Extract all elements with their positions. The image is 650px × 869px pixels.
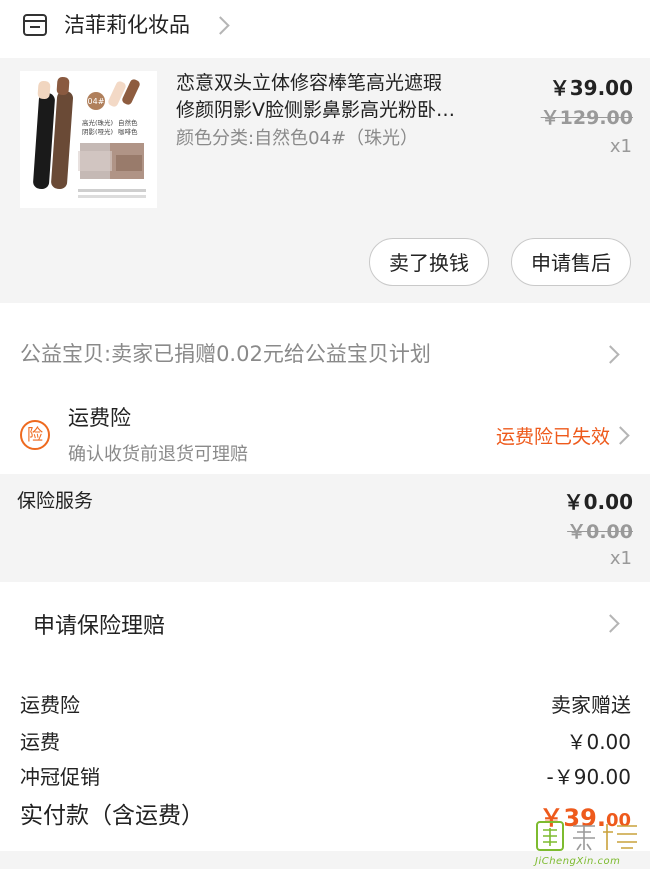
summary-label: 运费险 [20,693,80,717]
insurance-badge-icon: 险 [20,420,50,450]
summary-label: 运费 [20,730,60,754]
thumb-badge-text: 04# [88,97,105,106]
total-paid-label: 实付款（含运费） [20,803,204,829]
freight-insurance-status: 运费险已失效 [495,426,610,448]
product-title-line: 修颜阴影V脸侧影鼻影高光粉卧… [176,99,455,121]
thumb-label: 咖啡色 [118,127,138,136]
insurance-service-price: ￥0.00 [563,490,633,514]
product-item[interactable]: 04# 高光(珠光) 自然色 阴影(哑光) 咖啡色 恋意双头立体修容棒笔高光遮瑕… [0,58,650,303]
chevron-right-icon [601,345,620,364]
chevron-right-icon [601,614,620,633]
summary-value: 卖家赠送 [551,693,631,717]
summary-value: ￥0.00 [566,730,631,754]
product-quantity: x1 [609,136,632,157]
thumb-label: 高光(珠光) [82,118,113,127]
product-title-line: 恋意双头立体修容棒笔高光遮瑕 [176,72,443,94]
product-thumbnail[interactable]: 04# 高光(珠光) 自然色 阴影(哑光) 咖啡色 [20,71,157,208]
product-price: ￥39.00 [549,76,633,100]
product-spec: 颜色分类:自然色04#（珠光） [176,128,419,149]
insurance-service-item: 保险服务 ￥0.00 ￥0.00 x1 [0,474,650,582]
chevron-right-icon [611,426,630,445]
freight-insurance-title: 运费险 [68,406,131,430]
insurance-service-name: 保险服务 [17,490,94,512]
charity-text: 公益宝贝:卖家已捐赠0.02元给公益宝贝计划 [20,342,431,366]
product-original-price: ￥129.00 [540,107,633,129]
watermark-text: JiChengXin.com [535,856,621,867]
shop-header[interactable]: 洁菲莉化妆品 [0,0,650,54]
product-image: 04# 高光(珠光) 自然色 阴影(哑光) 咖啡色 [20,71,157,208]
summary-value: -￥90.00 [546,765,631,789]
summary-label: 冲冠促销 [20,765,100,789]
insurance-claim-row[interactable]: 申请保险理赔 [0,588,650,658]
freight-insurance-row[interactable]: 险 运费险 确认收货前退货可理赔 运费险已失效 [0,398,650,470]
product-title[interactable]: 恋意双头立体修容棒笔高光遮瑕 修颜阴影V脸侧影鼻影高光粉卧… [176,70,496,124]
insurance-service-original-price: ￥0.00 [567,521,633,543]
freight-insurance-subtitle: 确认收货前退货可理赔 [68,444,248,465]
charity-row[interactable]: 公益宝贝:卖家已捐赠0.02元给公益宝贝计划 [0,306,650,398]
watermark: JiChengXin.com [533,818,648,869]
insurance-service-quantity: x1 [609,548,632,569]
sell-for-cash-button[interactable]: 卖了换钱 [369,238,489,286]
watermark-logo-icon [536,821,637,851]
thumb-label: 自然色 [118,118,138,127]
store-icon [23,14,47,36]
insurance-claim-text: 申请保险理赔 [33,614,166,639]
after-sale-button[interactable]: 申请售后 [511,238,631,286]
shop-name[interactable]: 洁菲莉化妆品 [64,10,190,40]
thumb-label: 阴影(哑光) [82,127,113,136]
chevron-right-icon [211,16,230,35]
